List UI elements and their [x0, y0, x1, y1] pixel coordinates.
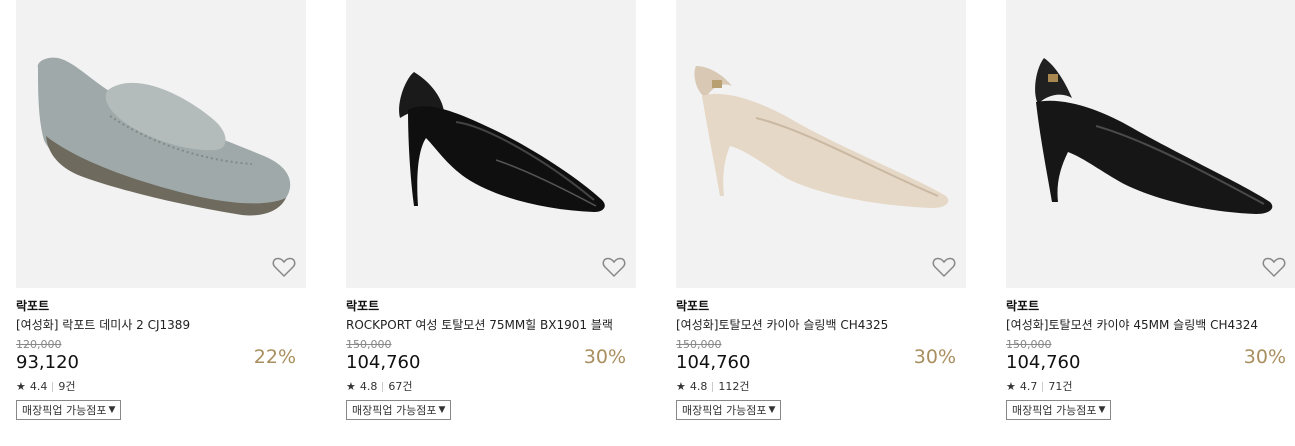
divider [52, 382, 54, 392]
product-card[interactable]: 락포트 [여성화]토탈모션 카이야 45MM 슬링백 CH4324 150,00… [1006, 0, 1295, 420]
divider [1042, 382, 1044, 392]
heart-icon[interactable] [932, 256, 956, 278]
divider [712, 382, 714, 392]
review-count: 112건 [718, 380, 750, 393]
brand-name: 락포트 [16, 299, 50, 313]
beige-slingback-heel-image [694, 66, 949, 208]
star-icon: ★ [676, 380, 686, 393]
divider [382, 382, 384, 392]
review-count: 9건 [58, 380, 76, 393]
store-pickup-button[interactable]: 매장픽업 가능점포 ▼ [346, 400, 452, 420]
product-image[interactable] [676, 0, 966, 288]
rating-value: 4.4 [29, 380, 48, 393]
review-count: 67건 [388, 380, 413, 393]
store-pickup-button[interactable]: 매장픽업 가능점포 ▼ [16, 400, 122, 420]
brand-name: 락포트 [1006, 299, 1040, 313]
store-pickup-button[interactable]: 매장픽업 가능점포 ▼ [1006, 400, 1112, 420]
caret-down-icon: ▼ [1098, 405, 1106, 415]
sale-price: 104,760 [1006, 352, 1081, 373]
price-row: 104,760 30% [676, 346, 966, 374]
sale-price: 93,120 [16, 352, 79, 373]
product-name[interactable]: [여성화]토탈모션 카이아 슬링백 CH4325 [676, 317, 966, 333]
black-slingback-heel-image [399, 72, 605, 212]
heart-icon[interactable] [272, 256, 296, 278]
product-name[interactable]: ROCKPORT 여성 토탈모션 75MM힐 BX1901 블랙 [346, 317, 636, 333]
heart-icon[interactable] [602, 256, 626, 278]
product-card[interactable]: 락포트 ROCKPORT 여성 토탈모션 75MM힐 BX1901 블랙 150… [346, 0, 636, 420]
caret-down-icon: ▼ [438, 405, 446, 415]
discount-rate: 30% [913, 346, 956, 368]
star-icon: ★ [1006, 380, 1016, 393]
product-name[interactable]: [여성화]토탈모션 카이야 45MM 슬링백 CH4324 [1006, 317, 1295, 333]
store-pickup-label: 매장픽업 가능점포 [1012, 404, 1097, 417]
product-card[interactable]: 락포트 [여성화] 락포트 데미사 2 CJ1389 120,000 93,12… [16, 0, 306, 420]
product-card[interactable]: 락포트 [여성화]토탈모션 카이아 슬링백 CH4325 150,000 104… [676, 0, 966, 420]
store-pickup-label: 매장픽업 가능점포 [682, 404, 767, 417]
discount-rate: 22% [253, 346, 296, 368]
gray-loafer-image [37, 57, 291, 216]
sale-price: 104,760 [676, 352, 751, 373]
product-grid: 락포트 [여성화] 락포트 데미사 2 CJ1389 120,000 93,12… [0, 0, 1295, 446]
product-image[interactable] [16, 0, 306, 288]
product-image[interactable] [1006, 0, 1295, 288]
rating-row: ★ 4.8 112건 [676, 380, 966, 394]
price-row: 93,120 22% [16, 346, 306, 374]
rating-value: 4.8 [689, 380, 708, 393]
brand-name: 락포트 [676, 299, 710, 313]
caret-down-icon: ▼ [768, 405, 776, 415]
black-slingback-kitten-heel-image [1035, 58, 1273, 214]
price-row: 104,760 30% [1006, 346, 1295, 374]
product-image[interactable] [346, 0, 636, 288]
heart-icon[interactable] [1262, 256, 1286, 278]
rating-row: ★ 4.4 9건 [16, 380, 306, 394]
rating-value: 4.8 [359, 380, 378, 393]
review-count: 71건 [1048, 380, 1073, 393]
star-icon: ★ [346, 380, 356, 393]
star-icon: ★ [16, 380, 26, 393]
store-pickup-button[interactable]: 매장픽업 가능점포 ▼ [676, 400, 782, 420]
rating-row: ★ 4.8 67건 [346, 380, 636, 394]
discount-rate: 30% [583, 346, 626, 368]
sale-price: 104,760 [346, 352, 421, 373]
product-name[interactable]: [여성화] 락포트 데미사 2 CJ1389 [16, 317, 306, 333]
rating-row: ★ 4.7 71건 [1006, 380, 1295, 394]
rating-value: 4.7 [1019, 380, 1038, 393]
price-row: 104,760 30% [346, 346, 636, 374]
caret-down-icon: ▼ [108, 405, 116, 415]
store-pickup-label: 매장픽업 가능점포 [22, 404, 107, 417]
discount-rate: 30% [1243, 346, 1286, 368]
store-pickup-label: 매장픽업 가능점포 [352, 404, 437, 417]
brand-name: 락포트 [346, 299, 380, 313]
